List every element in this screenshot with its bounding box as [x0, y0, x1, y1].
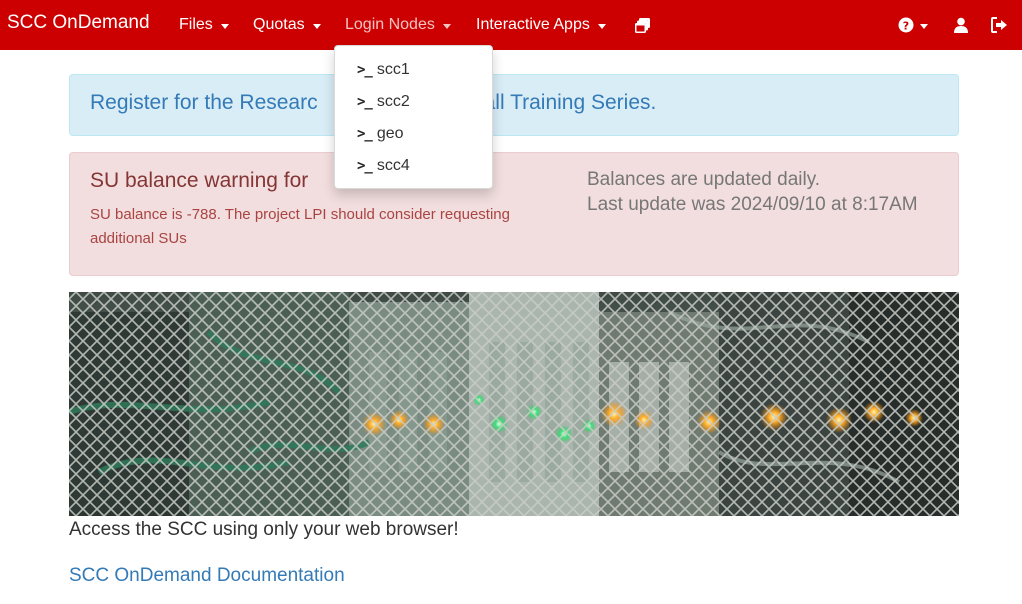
balance-last-update: Last update was 2024/09/10 at 8:17AM — [587, 194, 918, 215]
datacenter-hero-image — [69, 292, 959, 516]
chevron-down-icon — [597, 23, 606, 29]
brand-logo-text[interactable]: SCC OnDemand — [7, 12, 150, 34]
training-link-text-left: Register for the Researc — [90, 91, 318, 114]
page-tagline: Access the SCC using only your web brows… — [69, 519, 459, 540]
top-navbar: SCC OnDemand Files Quotas Login Nodes In… — [0, 0, 1022, 50]
training-announcement-alert: Register for the Researc all Training Ser… — [69, 74, 959, 136]
svg-text:?: ? — [903, 19, 909, 32]
nav-menu-login-nodes-label: Login Nodes — [345, 16, 435, 33]
help-icon: ? — [898, 17, 914, 33]
nav-menu-interactive-apps-label: Interactive Apps — [476, 16, 590, 33]
terminal-icon: >_ — [357, 62, 373, 78]
documentation-link[interactable]: SCC OnDemand Documentation — [69, 565, 345, 587]
su-balance-warning-alert: SU balance warning for SU balance is -78… — [69, 152, 959, 276]
balance-update-info: Balances are updated daily. Last update … — [587, 167, 918, 217]
terminal-icon: >_ — [357, 94, 373, 110]
login-node-item-scc4[interactable]: >_ scc4 — [335, 150, 492, 182]
login-node-item-geo[interactable]: >_ geo — [335, 118, 492, 150]
su-warning-message: SU balance is -788. The project LPI shou… — [90, 206, 510, 247]
chevron-down-icon — [220, 23, 229, 29]
nav-menu-interactive-apps[interactable]: Interactive Apps — [476, 0, 606, 50]
chevron-down-icon — [312, 23, 321, 29]
terminal-icon: >_ — [357, 126, 373, 142]
login-node-label: scc4 — [376, 157, 410, 174]
training-link-text-right: all Training Series. — [483, 91, 657, 114]
balance-update-frequency: Balances are updated daily. — [587, 169, 821, 190]
login-node-item-scc1[interactable]: >_ scc1 — [335, 54, 492, 86]
user-icon[interactable] — [953, 0, 969, 50]
terminal-icon: >_ — [357, 158, 373, 174]
login-node-label: geo — [376, 125, 404, 142]
login-node-label: scc2 — [376, 93, 410, 110]
login-node-label: scc1 — [376, 61, 410, 78]
login-node-item-scc2[interactable]: >_ scc2 — [335, 86, 492, 118]
nav-menu-login-nodes[interactable]: Login Nodes — [345, 0, 451, 50]
nav-menu-quotas[interactable]: Quotas — [253, 0, 321, 50]
chevron-down-icon — [442, 23, 451, 29]
nav-menu-quotas-label: Quotas — [253, 16, 305, 33]
sessions-icon[interactable] — [634, 0, 651, 50]
chevron-down-icon — [920, 23, 928, 29]
nav-menu-files[interactable]: Files — [179, 0, 229, 50]
login-nodes-dropdown-menu: >_ scc1 >_ scc2 >_ geo >_ scc4 — [334, 45, 493, 189]
nav-menu-files-label: Files — [179, 16, 213, 33]
help-menu[interactable]: ? — [898, 0, 928, 50]
su-warning-title: SU balance warning for — [90, 169, 309, 192]
logout-icon[interactable] — [991, 0, 1008, 50]
